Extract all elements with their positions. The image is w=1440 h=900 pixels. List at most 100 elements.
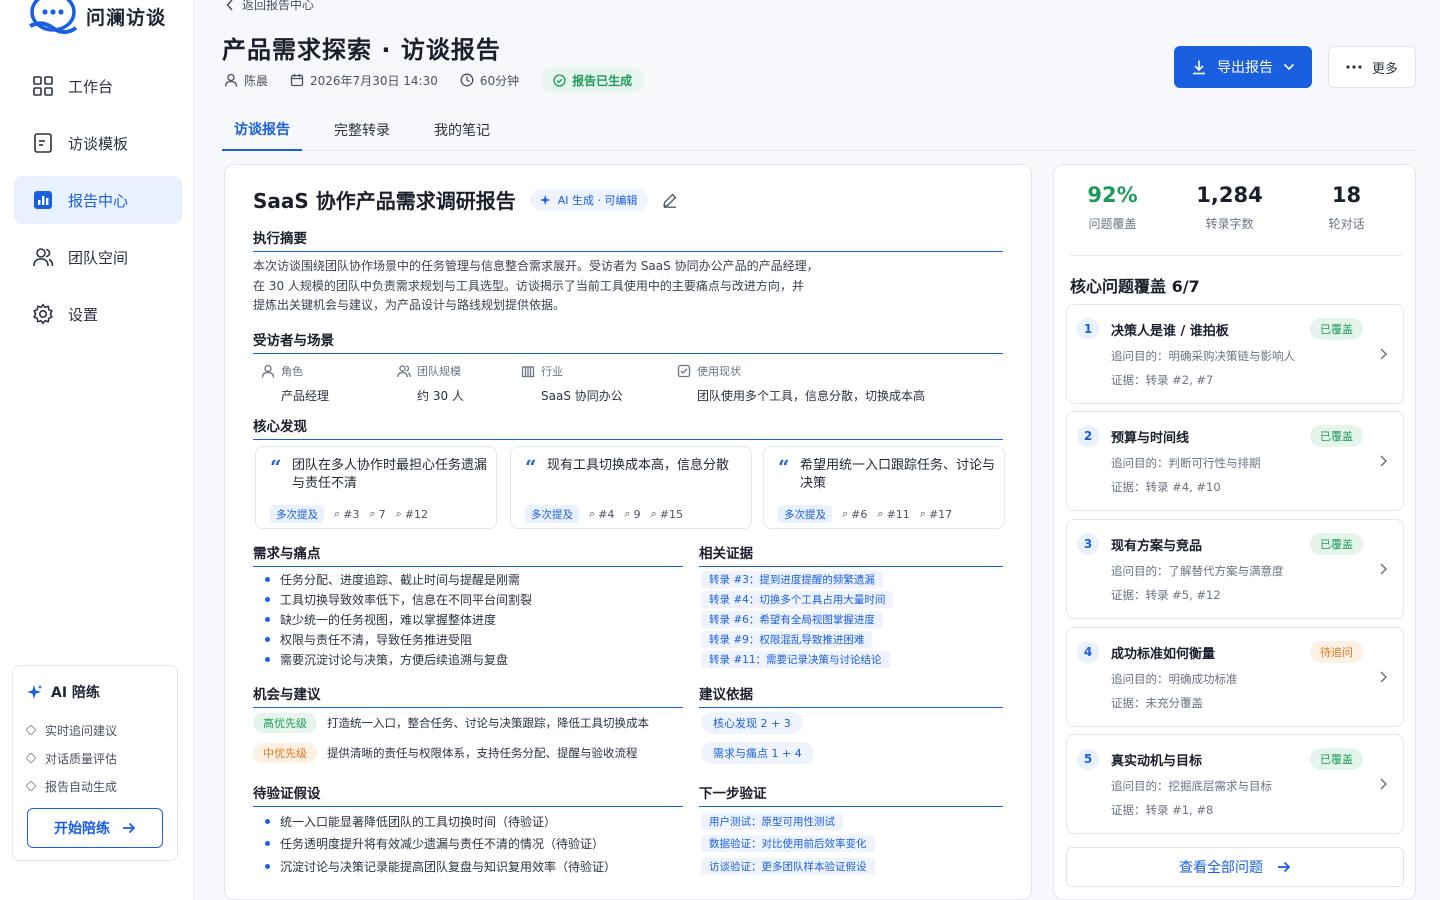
evidence-tag[interactable]: 转录 #6：希望有全局视图掌握进度 [701, 610, 883, 628]
more-button[interactable]: 更多 [1328, 46, 1416, 88]
section-profile-heading: 受访者与场景 [253, 329, 1003, 354]
chat-bubble-logo-icon [29, 0, 78, 34]
stat-word-count: 1,284 转录字数 [1196, 183, 1263, 231]
brand-logo[interactable]: 问澜访谈 [28, 0, 166, 38]
sidebar: 问澜访谈 工作台 访谈模板 报告中心 团队空间 设置 AI 陪练 实时追问建议 … [0, 0, 194, 900]
validation-tag[interactable]: 访谈验证：更多团队样本验证假设 [701, 857, 875, 875]
app-root: 问澜访谈 工作台 访谈模板 报告中心 团队空间 设置 AI 陪练 实时追问建议 … [0, 0, 1440, 900]
report-tabs: 访谈报告 完整转录 我的笔记 [222, 108, 1416, 151]
sparkle-icon [539, 194, 551, 205]
validation-tag[interactable]: 用户测试：原型可用性测试 [701, 812, 843, 830]
finding-card[interactable]: “ 团队在多人协作时最担心任务遗漏与责任不清 多次提及 ⌕ #3 ⌕ 7 ⌕ #12 [255, 446, 497, 529]
priority-mid-badge: 中优先级 [253, 743, 317, 763]
ai-generated-tag: AI 生成 · 可编辑 [529, 188, 648, 211]
list-item: 统一入口能显著降低团队的工具切换时间（待验证） [265, 810, 616, 833]
finding-card[interactable]: “ 希望用统一入口跟踪任务、讨论与决策 多次提及 ⌕ #6 ⌕ #11 ⌕ #17 [763, 446, 1005, 529]
dashboard-icon [32, 75, 54, 97]
sparkle-icon [27, 684, 43, 699]
speech-bubble-icon: ⌕ [877, 507, 884, 520]
report-title: SaaS 协作产品需求调研报告 [253, 189, 516, 213]
evidence-tag[interactable]: 转录 #3：提到进度提醒的频繁遗漏 [701, 570, 883, 588]
evidence-tag[interactable]: 转录 #9：权限混乱导致推进困难 [701, 630, 873, 648]
question-card[interactable]: 4 成功标准如何衡量 待追问 追问目的：明确成功标准 证据：未充分覆盖 [1066, 627, 1404, 727]
basis-tag[interactable]: 需求与痛点 1 + 4 [701, 742, 814, 764]
evidence-tag[interactable]: 转录 #4：切换多个工具占用大量时间 [701, 590, 894, 608]
question-evidence: 证据：转录 #4, #10 [1111, 480, 1221, 494]
validation-tag[interactable]: 数据验证：对比使用前后效率变化 [701, 835, 875, 853]
transcript-ref[interactable]: ⌕ #3 [334, 507, 359, 521]
speech-bubble-icon: ⌕ [919, 507, 926, 520]
transcript-ref[interactable]: ⌕ #11 [877, 507, 909, 521]
transcript-ref[interactable]: ⌕ 7 [369, 507, 385, 521]
tab-transcript[interactable]: 完整转录 [322, 108, 402, 151]
question-card[interactable]: 3 现有方案与竞品 已覆盖 追问目的：了解替代方案与满意度 证据：转录 #5, … [1066, 519, 1404, 619]
back-link[interactable]: 返回报告中心 [226, 0, 314, 13]
report-card: SaaS 协作产品需求调研报告 AI 生成 · 可编辑 执行摘要 本次访谈围绕团… [224, 164, 1032, 900]
section-findings-heading: 核心发现 [253, 415, 1003, 440]
nav-item-reports[interactable]: 报告中心 [14, 176, 182, 224]
question-purpose: 追问目的：了解替代方案与满意度 [1111, 564, 1284, 578]
section-basis-heading: 建议依据 [699, 683, 1003, 708]
edit-pencil-icon[interactable] [662, 192, 678, 208]
export-report-button[interactable]: 导出报告 [1174, 46, 1312, 88]
speech-bubble-icon: ⌕ [650, 507, 657, 520]
question-evidence: 证据：转录 #2, #7 [1111, 373, 1214, 387]
question-card[interactable]: 1 决策人是谁 / 谁拍板 已覆盖 追问目的：明确采购决策链与影响人 证据：转录… [1066, 304, 1404, 404]
transcript-ref[interactable]: ⌕ 9 [624, 507, 640, 521]
transcript-ref[interactable]: ⌕ #15 [651, 507, 683, 521]
ai-coach-title: AI 陪练 [27, 682, 100, 702]
list-item: 任务分配、进度追踪、截止时间与提醒是刚需 [265, 569, 532, 589]
nav-label: 访谈模板 [68, 134, 129, 153]
nav-label: 报告中心 [68, 191, 129, 210]
transcript-ref[interactable]: ⌕ #12 [396, 507, 428, 521]
question-purpose: 追问目的：明确成功标准 [1111, 672, 1238, 686]
profile-industry: 行业 SaaS 协同办公 [521, 363, 677, 404]
transcript-ref[interactable]: ⌕ #6 [842, 507, 867, 521]
question-title: 现有方案与竞品 [1111, 539, 1203, 554]
section-summary-heading: 执行摘要 [253, 227, 1003, 252]
tab-notes[interactable]: 我的笔记 [422, 108, 502, 151]
nav-item-settings[interactable]: 设置 [14, 290, 182, 338]
hypotheses-list: 统一入口能显著降低团队的工具切换时间（待验证） 任务透明度提升将有效减少遗漏与责… [265, 810, 616, 878]
user-icon [224, 73, 238, 87]
nav-item-workbench[interactable]: 工作台 [14, 62, 182, 110]
status-badge: 已覆盖 [1310, 318, 1363, 340]
coverage-panel: 92% 问题覆盖 1,284 转录字数 18 轮对话 核心问题覆盖 6/7 1 … [1053, 164, 1416, 900]
interviewee-profile: 角色 产品经理 团队规模 约 30 人 行业 SaaS 协同办公 使用现状 团队… [261, 363, 977, 404]
nav-item-team[interactable]: 团队空间 [14, 233, 182, 281]
building-icon [521, 366, 535, 378]
question-number: 2 [1077, 425, 1099, 447]
evidence-tag[interactable]: 转录 #11：需要记录决策与讨论结论 [701, 650, 890, 668]
question-purpose: 追问目的：明确采购决策链与影响人 [1111, 349, 1295, 363]
transcript-ref[interactable]: ⌕ #4 [589, 507, 614, 521]
tab-report[interactable]: 访谈报告 [222, 108, 302, 151]
question-number: 5 [1077, 748, 1099, 770]
meta-author: 陈晨 [224, 72, 268, 89]
section-opportunities-heading: 机会与建议 [253, 683, 683, 708]
start-coaching-button[interactable]: 开始陪练 [27, 808, 163, 848]
question-title: 成功标准如何衡量 [1111, 647, 1216, 662]
arrow-right-icon [1278, 861, 1291, 873]
list-item: 工具切换导致效率低下，信息在不同平台间割裂 [265, 589, 532, 609]
section-evidence-heading: 相关证据 [699, 542, 1003, 567]
brand-name: 问澜访谈 [86, 6, 167, 29]
opportunity-row: 高优先级 打造统一入口，整合任务、讨论与决策跟踪，降低工具切换成本 [253, 713, 649, 733]
main-nav: 工作台 访谈模板 报告中心 团队空间 设置 [14, 62, 182, 347]
basis-tag[interactable]: 核心发现 2 + 3 [701, 712, 803, 734]
more-dots-icon [1346, 65, 1362, 69]
question-card[interactable]: 2 预算与时间线 已覆盖 追问目的：判断可行性与排期 证据：转录 #4, #10 [1066, 411, 1404, 511]
nav-item-templates[interactable]: 访谈模板 [14, 119, 182, 167]
team-icon [397, 365, 411, 378]
finding-card[interactable]: “ 现有工具切换成本高，信息分散 多次提及 ⌕ #4 ⌕ 9 ⌕ #15 [510, 446, 752, 529]
question-card[interactable]: 5 真实动机与目标 已覆盖 追问目的：挖掘底层需求与目标 证据：转录 #1, #… [1066, 734, 1404, 834]
view-all-questions-button[interactable]: 查看全部问题 [1066, 847, 1404, 887]
ai-coach-features: 实时追问建议 对话质量评估 报告自动生成 [25, 716, 117, 800]
download-icon [1193, 60, 1205, 75]
speech-bubble-icon: ⌕ [395, 507, 402, 520]
transcript-ref[interactable]: ⌕ #17 [920, 507, 952, 521]
chevron-left-icon [226, 0, 233, 11]
section-next-steps-heading: 下一步验证 [699, 782, 1003, 807]
frequency-tag: 多次提及 [525, 505, 579, 523]
question-title: 真实动机与目标 [1111, 754, 1203, 769]
next-steps-list: 用户测试：原型可用性测试 数据验证：对比使用前后效率变化 访谈验证：更多团队样本… [701, 810, 875, 878]
